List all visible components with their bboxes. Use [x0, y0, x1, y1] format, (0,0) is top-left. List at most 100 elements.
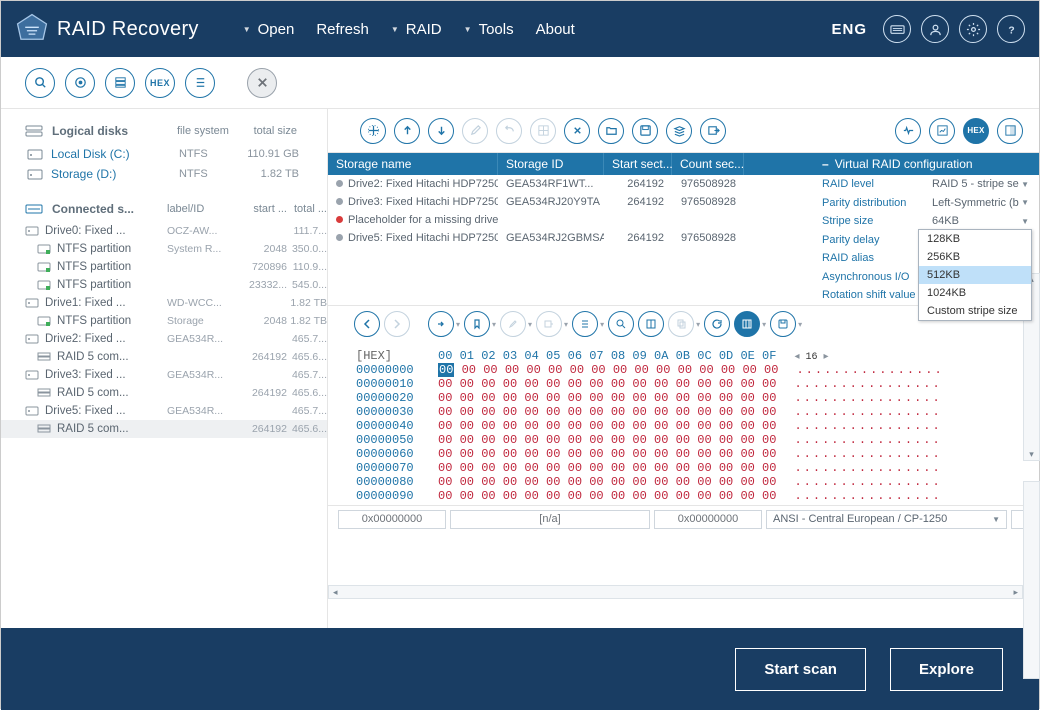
menu-open[interactable]: ▼Open [243, 21, 295, 38]
export-button[interactable] [700, 118, 726, 144]
dropdown-option[interactable]: 1024KB [919, 284, 1031, 302]
goto-button[interactable] [428, 311, 454, 337]
hex-row[interactable]: 0000000000 00 00 00 00 00 00 00 00 00 00… [356, 363, 1029, 377]
open-folder-button[interactable] [598, 118, 624, 144]
dropdown-option[interactable]: 128KB [919, 230, 1031, 248]
hex-row[interactable]: 0000001000 00 00 00 00 00 00 00 00 00 00… [356, 377, 1029, 391]
bookmark-button[interactable] [464, 311, 490, 337]
hex-refresh-button[interactable] [704, 311, 730, 337]
hex-toggle-button[interactable]: HEX [963, 118, 989, 144]
logical-disk-row[interactable]: Local Disk (C:) NTFS110.91 GB [1, 144, 327, 164]
hex-copy-button[interactable] [668, 311, 694, 337]
config-row[interactable]: Stripe size64KB▼ [814, 212, 1039, 231]
dock-button[interactable] [997, 118, 1023, 144]
storage-row[interactable]: Drive2: Fixed ... GEA534R...465.7... [1, 330, 327, 348]
menu-about[interactable]: About [536, 21, 575, 38]
dropdown-option[interactable]: 256KB [919, 248, 1031, 266]
remove-button[interactable] [564, 118, 590, 144]
storage-row[interactable]: Drive5: Fixed ... GEA534R...465.7... [1, 402, 327, 420]
storage-row[interactable]: Drive0: Fixed ... OCZ-AW...111.7... [1, 222, 327, 240]
save-config-button[interactable] [632, 118, 658, 144]
hex-search-button[interactable] [608, 311, 634, 337]
grid-row[interactable]: Placeholder for a missing drive [328, 211, 814, 229]
menu-tools[interactable]: ▼Tools [464, 21, 514, 38]
hex-layout-button[interactable] [638, 311, 664, 337]
storage-row[interactable]: RAID 5 com... 264192465.6... [1, 384, 327, 402]
offset-input-2[interactable] [654, 510, 762, 529]
grid-row[interactable]: Drive3: Fixed Hitachi HDP7250... GEA534R… [328, 193, 814, 211]
list-button[interactable] [185, 68, 215, 98]
storage-row[interactable]: RAID 5 com... 264192465.6... [1, 348, 327, 366]
nav-forward-button[interactable] [384, 311, 410, 337]
collapse-icon[interactable]: – [822, 157, 829, 171]
hex-row[interactable]: 0000006000 00 00 00 00 00 00 00 00 00 00… [356, 447, 1029, 461]
hex-scrollbar[interactable] [1023, 481, 1040, 679]
stripe-size-dropdown: 128KB256KB512KB1024KBCustom stripe size [918, 229, 1032, 321]
chevron-down-icon[interactable]: ▾ [762, 320, 766, 329]
chevron-down-icon[interactable]: ▾ [528, 320, 532, 329]
offset-input-1[interactable] [338, 510, 446, 529]
nav-back-button[interactable] [354, 311, 380, 337]
edit-button[interactable] [462, 118, 488, 144]
hex-row[interactable]: 0000005000 00 00 00 00 00 00 00 00 00 00… [356, 433, 1029, 447]
layers-button[interactable] [666, 118, 692, 144]
config-row[interactable]: RAID levelRAID 5 - stripe se▼ [814, 175, 1039, 194]
search-button[interactable] [25, 68, 55, 98]
help-button[interactable]: ? [997, 15, 1025, 43]
explore-button[interactable]: Explore [890, 648, 1003, 691]
chevron-down-icon[interactable]: ▾ [696, 320, 700, 329]
storage-row[interactable]: NTFS partition System R...2048350.0... [1, 240, 327, 258]
chevron-down-icon[interactable]: ▾ [456, 320, 460, 329]
activity-button[interactable] [895, 118, 921, 144]
undo-button[interactable] [496, 118, 522, 144]
menu-raid[interactable]: ▼RAID [391, 21, 442, 38]
move-down-button[interactable] [428, 118, 454, 144]
hex-edit-button[interactable] [500, 311, 526, 337]
hex-list-button[interactable] [572, 311, 598, 337]
chevron-down-icon[interactable]: ▾ [798, 320, 802, 329]
close-button[interactable] [247, 68, 277, 98]
move-up-button[interactable] [394, 118, 420, 144]
language-selector[interactable]: ENG [831, 21, 867, 38]
start-scan-button[interactable]: Start scan [735, 648, 866, 691]
storage-row[interactable]: RAID 5 com... 264192465.6... [1, 420, 327, 438]
settings-button[interactable] [959, 15, 987, 43]
hex-row[interactable]: 0000009000 00 00 00 00 00 00 00 00 00 00… [356, 489, 1029, 503]
grid-row[interactable]: Drive2: Fixed Hitachi HDP7250... GEA534R… [328, 175, 814, 193]
chevron-down-icon[interactable]: ▾ [600, 320, 604, 329]
storage-row[interactable]: Drive3: Fixed ... GEA534R...465.7... [1, 366, 327, 384]
user-button[interactable] [921, 15, 949, 43]
horizontal-scrollbar[interactable]: ◂▸ [328, 585, 1023, 599]
dropdown-option[interactable]: Custom stripe size [919, 302, 1031, 320]
hex-row[interactable]: 0000008000 00 00 00 00 00 00 00 00 00 00… [356, 475, 1029, 489]
keyboard-button[interactable] [883, 15, 911, 43]
logical-disk-row[interactable]: Storage (D:) NTFS1.82 TB [1, 164, 327, 184]
storage-row[interactable]: Drive1: Fixed ... WD-WCC...1.82 TB [1, 294, 327, 312]
storage-row[interactable]: NTFS partition 720896110.9... [1, 258, 327, 276]
raid-button[interactable] [105, 68, 135, 98]
hex-columns-button[interactable] [734, 311, 760, 337]
grid-button[interactable] [530, 118, 556, 144]
chart-button[interactable] [929, 118, 955, 144]
hex-row[interactable]: 0000007000 00 00 00 00 00 00 00 00 00 00… [356, 461, 1029, 475]
config-row[interactable]: Parity distributionLeft-Symmetric (b▼ [814, 194, 1039, 213]
hex-row[interactable]: 0000002000 00 00 00 00 00 00 00 00 00 00… [356, 391, 1029, 405]
chevron-down-icon[interactable]: ▾ [492, 320, 496, 329]
target-button[interactable] [65, 68, 95, 98]
menu-refresh[interactable]: Refresh [316, 21, 369, 38]
storage-row[interactable]: NTFS partition 23332...545.0... [1, 276, 327, 294]
hex-footer: ANSI - Central European / CP-1250▼ [328, 505, 1039, 533]
dropdown-option[interactable]: 512KB [919, 266, 1031, 284]
hex-tag-button[interactable] [536, 311, 562, 337]
hex-view-button[interactable]: HEX [145, 68, 175, 98]
hex-save-button[interactable] [770, 311, 796, 337]
expand-button[interactable] [360, 118, 386, 144]
sidebar: Logical disks file system total size Loc… [1, 109, 328, 628]
hex-row[interactable]: 0000003000 00 00 00 00 00 00 00 00 00 00… [356, 405, 1029, 419]
na-input[interactable] [450, 510, 650, 529]
grid-row[interactable]: Drive5: Fixed Hitachi HDP7250... GEA534R… [328, 229, 814, 247]
hex-row[interactable]: 0000004000 00 00 00 00 00 00 00 00 00 00… [356, 419, 1029, 433]
encoding-select[interactable]: ANSI - Central European / CP-1250▼ [766, 510, 1007, 529]
storage-row[interactable]: NTFS partition Storage20481.82 TB [1, 312, 327, 330]
chevron-down-icon[interactable]: ▾ [564, 320, 568, 329]
